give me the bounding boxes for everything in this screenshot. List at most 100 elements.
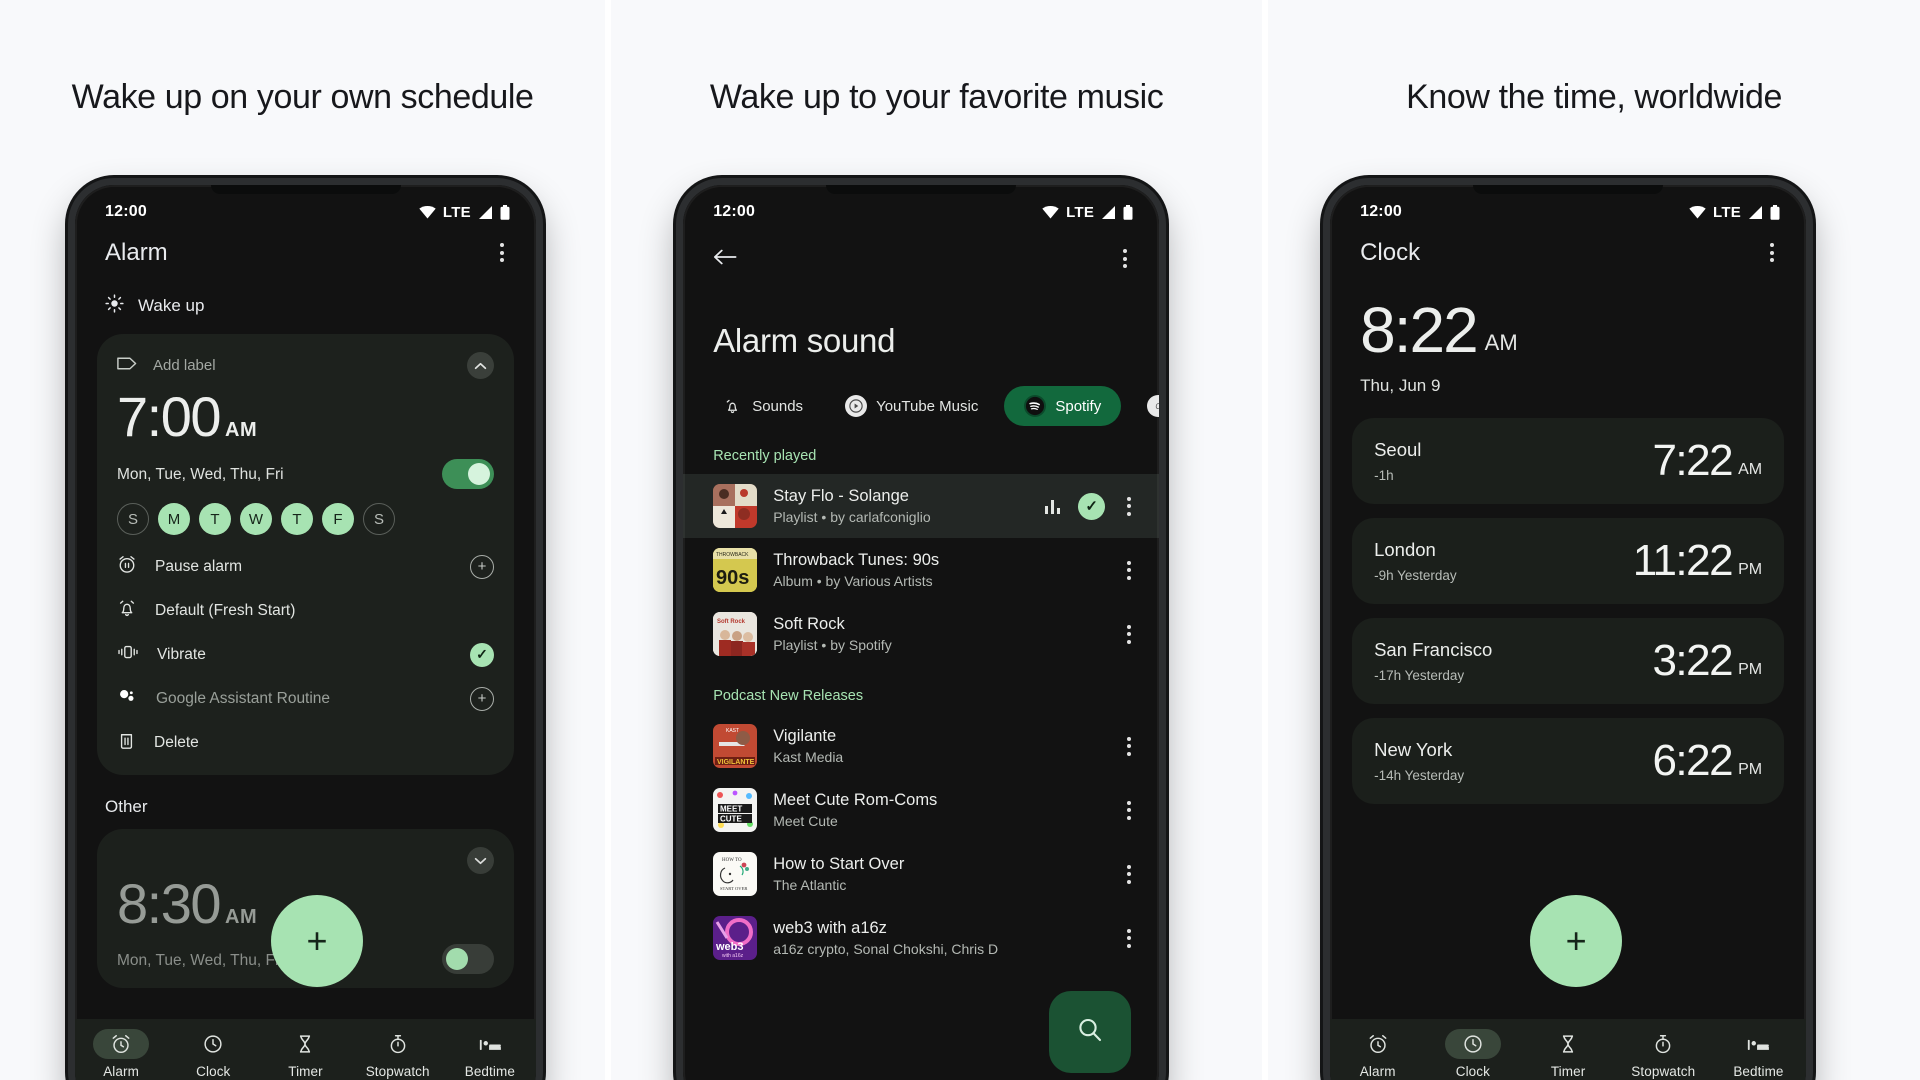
track-row[interactable]: Soft Rock Soft Rock Playlist • by Spotif… — [683, 602, 1159, 666]
bed-icon — [1730, 1029, 1786, 1059]
city-time-value: 3:22 — [1652, 636, 1733, 685]
svg-text:VIGILANTE: VIGILANTE — [717, 759, 755, 766]
chip-youtube-music[interactable]: YouTube Music — [829, 387, 994, 425]
nav-item-stopwatch[interactable]: Stopwatch — [1623, 1029, 1703, 1079]
city-time-ampm: PM — [1738, 761, 1763, 778]
chevron-up-icon[interactable] — [467, 352, 494, 379]
add-icon[interactable]: + — [470, 554, 494, 579]
day-chip-sun[interactable]: S — [117, 503, 149, 535]
track-title: Throwback Tunes: 90s — [773, 551, 940, 569]
wifi-icon — [419, 205, 436, 219]
kebab-menu-icon[interactable] — [1121, 555, 1137, 586]
panel-heading-1: Wake up on your own schedule — [71, 78, 534, 116]
option-vibrate[interactable]: Vibrate ✓ — [117, 642, 494, 667]
svg-text:with a16z: with a16z — [722, 953, 744, 959]
city-time-value: 6:22 — [1652, 736, 1733, 785]
add-alarm-fab[interactable]: + — [271, 895, 363, 987]
kebab-menu-icon[interactable] — [1121, 731, 1137, 762]
nav-item-stopwatch[interactable]: Stopwatch — [358, 1029, 438, 1079]
add-city-fab[interactable]: + — [1530, 895, 1623, 987]
day-chip-sat[interactable]: S — [363, 503, 395, 535]
kebab-menu-icon[interactable] — [1121, 923, 1137, 954]
selected-check-icon[interactable]: ✓ — [1078, 492, 1106, 520]
city-name: London — [1374, 539, 1436, 560]
phone-screen-alarm-sound: 12:00 LTE Alarm sound Sounds YouTube Mus… — [683, 185, 1160, 1080]
day-chip-wed[interactable]: W — [240, 503, 272, 535]
day-chip-tue[interactable]: T — [199, 503, 231, 535]
svg-text:web3: web3 — [715, 941, 744, 953]
check-icon[interactable]: ✓ — [470, 642, 494, 667]
wifi-icon — [1689, 205, 1706, 219]
day-chip-thu[interactable]: T — [281, 503, 313, 535]
kebab-menu-icon[interactable] — [1121, 491, 1137, 522]
add-icon[interactable]: + — [470, 686, 494, 711]
nav-item-alarm[interactable]: Alarm — [1338, 1029, 1418, 1079]
app-bar: Alarm — [75, 221, 536, 268]
track-row[interactable]: Stay Flo - Solange Playlist • by carlafc… — [683, 474, 1160, 538]
option-alarm-sound[interactable]: Default (Fresh Start) — [117, 598, 494, 623]
podcast-row[interactable]: MEET CUTE Meet Cute Rom-Coms Meet Cute — [683, 778, 1159, 842]
page-title: Alarm — [105, 238, 168, 266]
tag-icon — [117, 356, 137, 375]
kebab-menu-icon[interactable] — [1121, 859, 1137, 890]
option-delete[interactable]: Delete — [117, 730, 494, 755]
chip-calm[interactable]: C Ca — [1131, 387, 1160, 425]
nav-item-alarm[interactable]: Alarm — [81, 1029, 161, 1079]
podcast-art: KAST VIGILANTE — [713, 724, 758, 768]
podcast-subtitle: Meet Cute — [773, 813, 838, 829]
day-chip-fri[interactable]: F — [322, 503, 354, 535]
search-fab[interactable] — [1049, 991, 1132, 1073]
track-subtitle: Playlist • by carlafconiglio — [773, 509, 931, 525]
kebab-menu-icon[interactable] — [1121, 795, 1137, 826]
podcast-row[interactable]: KAST VIGILANTE Vigilante Kast Media — [683, 714, 1159, 778]
option-label: Default (Fresh Start) — [155, 601, 296, 619]
add-label-button[interactable]: Add label — [117, 356, 216, 375]
city-row-san-francisco[interactable]: San Francisco -17h Yesterday 3:22 PM — [1352, 618, 1785, 704]
alarm-clock-icon — [93, 1029, 150, 1059]
other-alarm-enabled-toggle[interactable] — [442, 944, 494, 974]
chip-sounds[interactable]: Sounds — [705, 387, 819, 425]
city-time-value: 7:22 — [1652, 436, 1733, 485]
city-row-seoul[interactable]: Seoul -1h 7:22 AM — [1352, 418, 1785, 504]
city-row-new-york[interactable]: New York -14h Yesterday 6:22 PM — [1352, 718, 1785, 804]
album-art — [713, 484, 758, 528]
alarm-label-row: Add label — [117, 352, 494, 379]
day-selector: S M T W T F S — [117, 503, 494, 535]
other-alarm-days-summary: Mon, Tue, Wed, Thu, Fri — [117, 952, 284, 969]
podcast-title: How to Start Over — [773, 855, 905, 873]
wake-up-group-header: Wake up — [75, 268, 536, 318]
stopwatch-icon — [1635, 1029, 1691, 1059]
hourglass-icon — [277, 1029, 333, 1059]
nav-item-clock[interactable]: Clock — [173, 1029, 253, 1079]
chip-spotify[interactable]: Spotify — [1004, 386, 1122, 426]
podcast-row[interactable]: HOW TO START OVER How to Start Over The … — [683, 842, 1159, 906]
nav-item-bedtime[interactable]: Bedtime — [450, 1029, 530, 1079]
svg-text:CUTE: CUTE — [720, 815, 742, 824]
nav-item-timer[interactable]: Timer — [1528, 1029, 1608, 1079]
alarm-time[interactable]: 7:00 AM — [117, 389, 494, 445]
option-pause-alarm[interactable]: Pause alarm + — [117, 554, 494, 579]
kebab-menu-icon[interactable] — [494, 237, 510, 268]
podcast-row[interactable]: web3 with a16z web3 with a16z a16z crypt… — [683, 906, 1159, 970]
nav-item-clock[interactable]: Clock — [1433, 1029, 1513, 1079]
kebab-menu-icon[interactable] — [1121, 619, 1137, 650]
phone-screen-clock: 12:00 LTE Clock 8:22 AM Thu, Jun 9 Seoul… — [1330, 185, 1807, 1080]
signal-icon — [1748, 205, 1763, 219]
podcast-subtitle: The Atlantic — [773, 877, 847, 893]
kebab-menu-icon[interactable] — [1764, 237, 1780, 268]
alarm-time-value: 7:00 — [117, 385, 222, 448]
track-row[interactable]: THROWBACK 90s Throwback Tunes: 90s Album… — [683, 538, 1159, 602]
alarm-card-wake-up[interactable]: Add label 7:00 AM Mon, Tue, Wed, Thu, Fr… — [97, 334, 514, 775]
nav-item-timer[interactable]: Timer — [265, 1029, 345, 1079]
svg-text:HOW TO: HOW TO — [722, 858, 742, 863]
back-arrow-icon[interactable] — [713, 246, 737, 271]
nav-item-bedtime[interactable]: Bedtime — [1718, 1029, 1798, 1079]
kebab-menu-icon[interactable] — [1117, 243, 1133, 274]
option-assistant-routine[interactable]: Google Assistant Routine + — [117, 686, 494, 711]
day-chip-mon[interactable]: M — [158, 503, 190, 535]
alarm-enabled-toggle[interactable] — [442, 459, 494, 489]
chevron-down-icon[interactable] — [467, 847, 494, 874]
svg-text:KAST: KAST — [726, 728, 739, 734]
svg-text:90s: 90s — [716, 567, 749, 589]
city-row-london[interactable]: London -9h Yesterday 11:22 PM — [1352, 518, 1785, 604]
